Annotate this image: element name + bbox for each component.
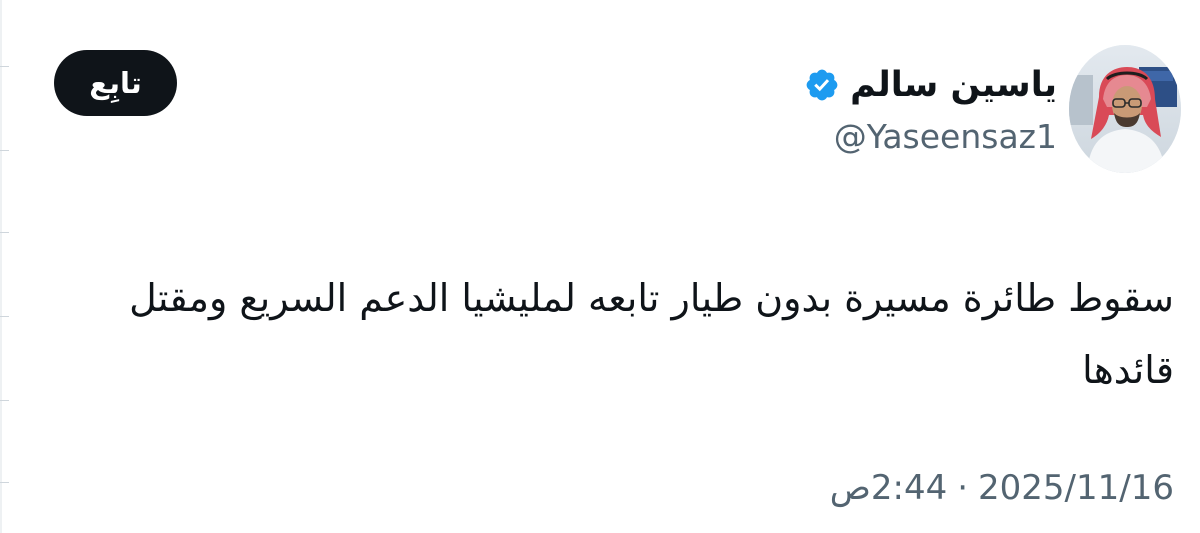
avatar[interactable] <box>1069 45 1181 173</box>
tweet-text: سقوط طائرة مسيرة بدون طيار تابعه لمليشيا… <box>129 276 1174 392</box>
left-edge-divider <box>0 0 2 533</box>
follow-button[interactable]: تابِع <box>54 50 177 116</box>
author-display-name[interactable]: ياسين سالم <box>850 61 1057 109</box>
edge-tick <box>0 66 9 67</box>
timestamp-separator: · <box>957 468 969 508</box>
tweet-card: ياسين سالم @Yaseensaz1 تابِع سقوط طائرة … <box>0 0 1200 533</box>
author-handle[interactable]: @Yaseensaz1 <box>834 114 1057 160</box>
edge-tick <box>0 232 9 233</box>
verified-badge-icon <box>806 69 838 101</box>
timestamp-time: 2:44 <box>870 468 948 508</box>
author-name-row[interactable]: ياسين سالم <box>804 61 1057 109</box>
timestamp-ampm: ص <box>829 468 871 508</box>
edge-tick <box>0 400 9 401</box>
tweet-timestamp[interactable]: ص 2:44 · 2025/11/16 <box>826 463 1174 513</box>
edge-tick <box>0 482 9 483</box>
profile-photo-icon <box>1069 45 1181 173</box>
edge-tick <box>0 316 9 317</box>
timestamp-date: 2025/11/16 <box>978 468 1174 508</box>
edge-tick <box>0 150 9 151</box>
